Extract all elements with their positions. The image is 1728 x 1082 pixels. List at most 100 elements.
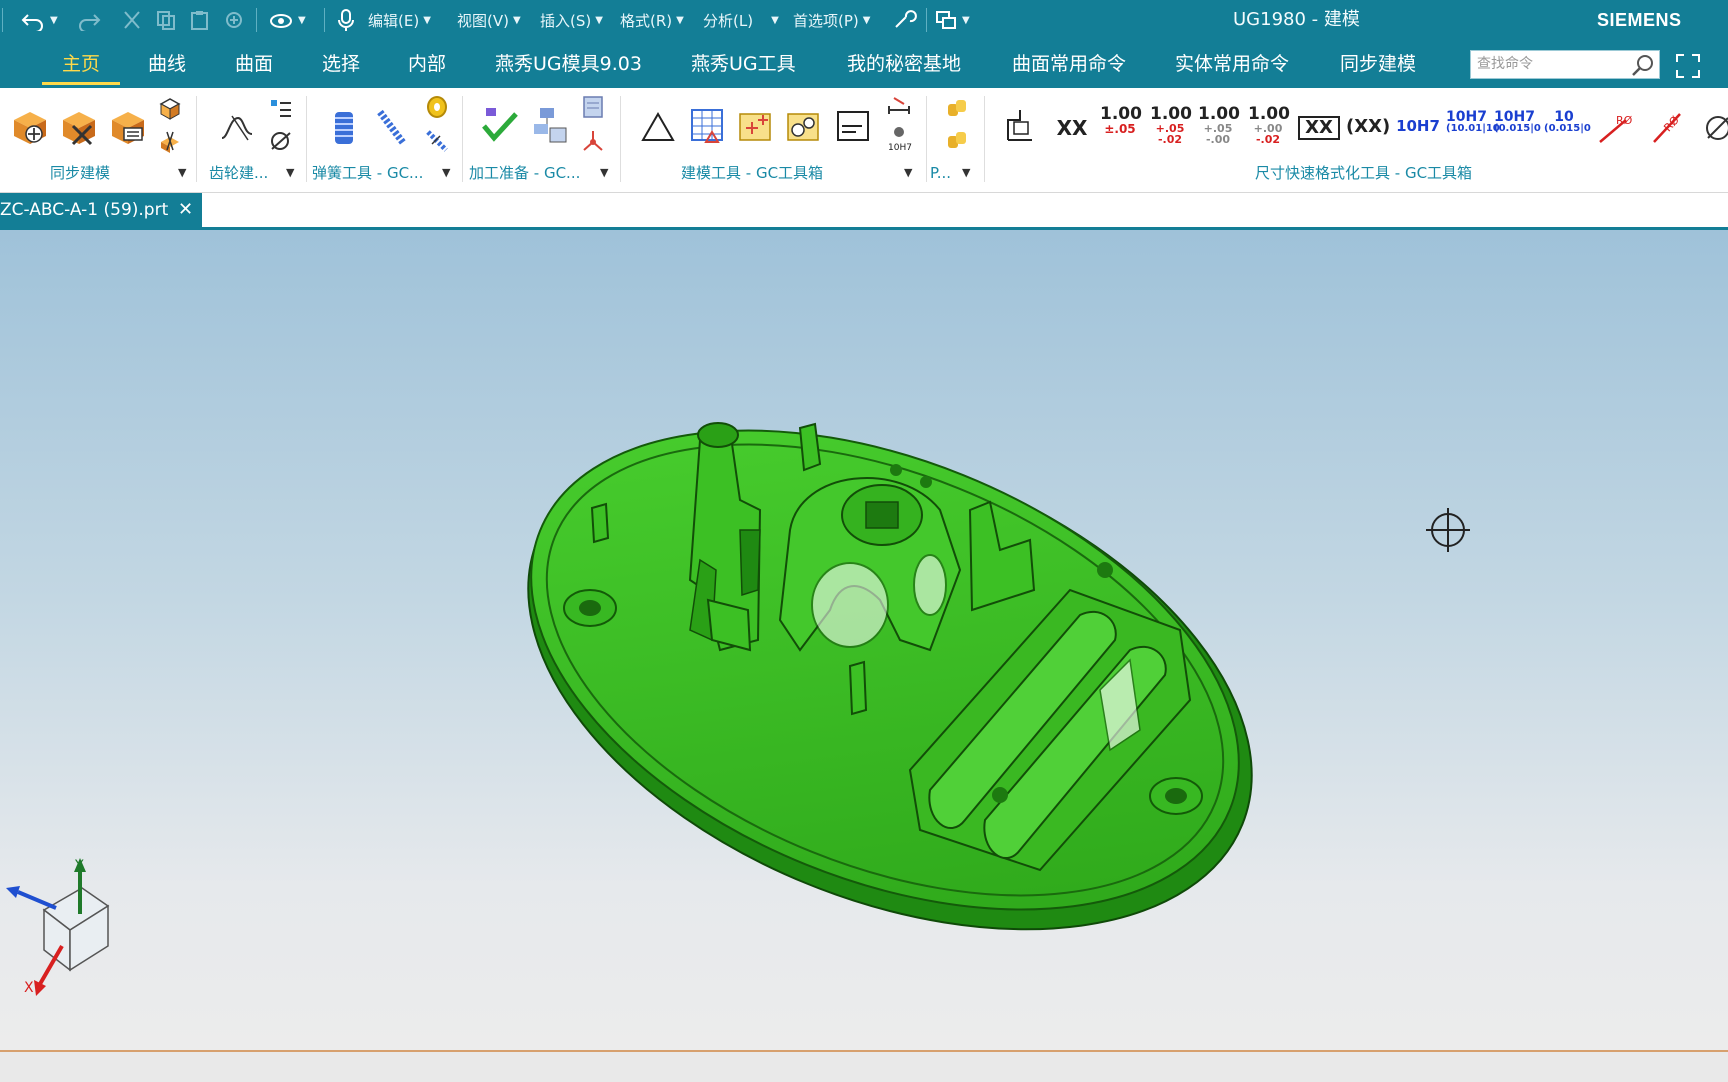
point-set-icon[interactable] <box>736 106 774 146</box>
menu-edit[interactable]: 编辑(E) ▼ <box>368 6 431 34</box>
check-solid-icon[interactable] <box>480 104 520 148</box>
part-library-2-icon[interactable] <box>944 128 972 154</box>
machining-sheet-icon[interactable] <box>580 94 606 120</box>
dimension-base-icon[interactable] <box>1000 106 1040 146</box>
separator <box>620 96 621 182</box>
window-button[interactable]: ▼ <box>934 6 970 34</box>
redo-button[interactable] <box>76 6 102 34</box>
graphics-viewport[interactable]: Y X <box>0 230 1728 1050</box>
diameter-icon[interactable] <box>1700 110 1728 146</box>
part-model <box>527 422 1253 931</box>
group-label-p: P... <box>930 164 952 182</box>
group-expand-caret[interactable]: ▼ <box>442 166 450 179</box>
paste-button[interactable] <box>188 6 212 34</box>
spring-cylinder-icon[interactable] <box>330 108 358 148</box>
screw-boss <box>1149 777 1203 815</box>
tab-surface[interactable]: 曲面 <box>235 40 273 88</box>
tab-surface-commands[interactable]: 曲面常用命令 <box>1012 40 1126 88</box>
svg-text:10H7: 10H7 <box>888 143 912 153</box>
dim-upper-tol-button[interactable]: 1.00 +.05 -.00 <box>1198 106 1240 146</box>
dim-reference-button[interactable]: (XX) <box>1346 118 1390 136</box>
separator <box>324 8 325 32</box>
tab-yanxiu-tools[interactable]: 燕秀UG工具 <box>691 40 796 88</box>
view-triad <box>6 858 110 996</box>
offset-region-icon[interactable] <box>157 96 183 122</box>
dim-boxed-button[interactable]: XX <box>1298 116 1340 140</box>
tab-sync-modeling[interactable]: 同步建模 <box>1340 40 1416 88</box>
window-icon <box>936 11 956 29</box>
group-label-spring: 弹簧工具 - GC... <box>312 164 424 182</box>
voice-button[interactable] <box>336 6 356 34</box>
dim-fit-button[interactable]: 10H7 <box>1396 119 1440 134</box>
separator <box>306 96 307 182</box>
eye-icon <box>270 14 292 28</box>
menu-preferences[interactable]: 首选项(P) ▼ <box>793 6 870 34</box>
tab-home[interactable]: 主页 <box>41 40 121 88</box>
move-face-icon[interactable] <box>8 106 48 148</box>
tab-curve[interactable]: 曲线 <box>148 40 186 88</box>
menu-view[interactable]: 视图(V) ▼ <box>457 6 521 34</box>
file-tab[interactable]: ZC-ABC-A-1 (59).prt ✕ <box>0 193 202 227</box>
group-expand-caret[interactable]: ▼ <box>286 166 294 179</box>
tab-solid-commands[interactable]: 实体常用命令 <box>1175 40 1289 88</box>
dim-xx-button[interactable]: XX <box>1054 118 1090 138</box>
gear-param-icon[interactable] <box>268 96 294 120</box>
group-expand-caret[interactable]: ▼ <box>178 166 186 179</box>
diameter-leader-icon[interactable]: RØ <box>1648 108 1688 148</box>
menu-insert[interactable]: 插入(S) ▼ <box>540 6 603 34</box>
dim-symmetric-tol-button[interactable]: 1.00 ±.05 <box>1100 106 1142 136</box>
machining-origin-icon[interactable] <box>580 128 606 154</box>
tab-yanxiu-mold[interactable]: 燕秀UG模具9.03 <box>495 40 642 88</box>
search-icon[interactable] <box>1630 52 1656 78</box>
dim-deviation-only-button[interactable]: 10 (0.015|0 <box>1544 110 1591 134</box>
dim-lower-tol-button[interactable]: 1.00 +.00 -.02 <box>1248 106 1290 146</box>
machining-tree-icon[interactable] <box>530 104 570 148</box>
file-tab-bar: ZC-ABC-A-1 (59).prt ✕ <box>0 193 1728 230</box>
separator <box>256 8 257 32</box>
tab-select[interactable]: 选择 <box>322 40 360 88</box>
brand-logo: SIEMENS <box>1597 10 1682 30</box>
gear-engage-icon[interactable] <box>268 128 294 154</box>
tab-internal[interactable]: 内部 <box>408 40 446 88</box>
ribbon-tabs: 主页 曲线 曲面 选择 内部 燕秀UG模具9.03 燕秀UG工具 我的秘密基地 … <box>0 40 1728 88</box>
copy-button[interactable] <box>154 6 178 34</box>
group-label-dimension-format: 尺寸快速格式化工具 - GC工具箱 <box>1255 164 1473 182</box>
draft-icon[interactable] <box>157 128 183 154</box>
dim-bilateral-tol-button[interactable]: 1.00 +.05 -.02 <box>1150 106 1192 146</box>
table-icon[interactable] <box>688 106 726 146</box>
fullscreen-icon[interactable] <box>1674 52 1702 80</box>
group-expand-caret[interactable]: ▼ <box>600 166 608 179</box>
delete-icon <box>226 12 242 28</box>
crosshair-cursor-icon <box>1426 508 1470 552</box>
menu-analysis[interactable]: 分析(L) ▼ <box>703 6 779 34</box>
group-expand-caret[interactable]: ▼ <box>904 166 912 179</box>
display-button[interactable]: ▼ <box>268 6 306 34</box>
undo-button[interactable]: ▼ <box>20 6 58 34</box>
tension-spring-icon[interactable] <box>374 106 410 148</box>
triangle-icon[interactable] <box>640 110 676 144</box>
part-library-icon[interactable] <box>944 96 972 122</box>
spring-washer-icon[interactable] <box>424 94 450 120</box>
radius-leader-icon[interactable]: RØ <box>1596 110 1636 146</box>
replace-face-icon[interactable] <box>106 106 146 148</box>
undo-icon <box>21 14 43 31</box>
dimension-weld-icon[interactable] <box>886 94 912 120</box>
hole-pattern-icon[interactable] <box>784 106 822 146</box>
gear-curve-icon[interactable] <box>218 112 258 144</box>
tools-button[interactable] <box>892 6 918 34</box>
dim-fit-deviation-button[interactable]: 10H7 (0.015|0 <box>1494 110 1541 134</box>
menu-format[interactable]: 格式(R) ▼ <box>620 6 684 34</box>
group-expand-caret[interactable]: ▼ <box>962 166 970 179</box>
fit-tolerance-icon[interactable]: 10H7 <box>886 124 912 154</box>
delete-face-icon[interactable] <box>57 106 97 148</box>
delete-button[interactable] <box>222 6 246 34</box>
drawing-sheet-icon[interactable] <box>834 108 872 146</box>
cut-button[interactable] <box>120 6 144 34</box>
dim-fit-limits-button[interactable]: 10H7 (10.01|10 <box>1446 110 1500 134</box>
tab-secret-base[interactable]: 我的秘密基地 <box>847 40 961 88</box>
microphone-icon <box>338 9 354 31</box>
triad-x-label: X <box>24 980 34 996</box>
group-label-gear: 齿轮建... <box>209 164 269 182</box>
close-icon[interactable]: ✕ <box>178 193 193 227</box>
spring-simplify-icon[interactable] <box>424 128 450 154</box>
